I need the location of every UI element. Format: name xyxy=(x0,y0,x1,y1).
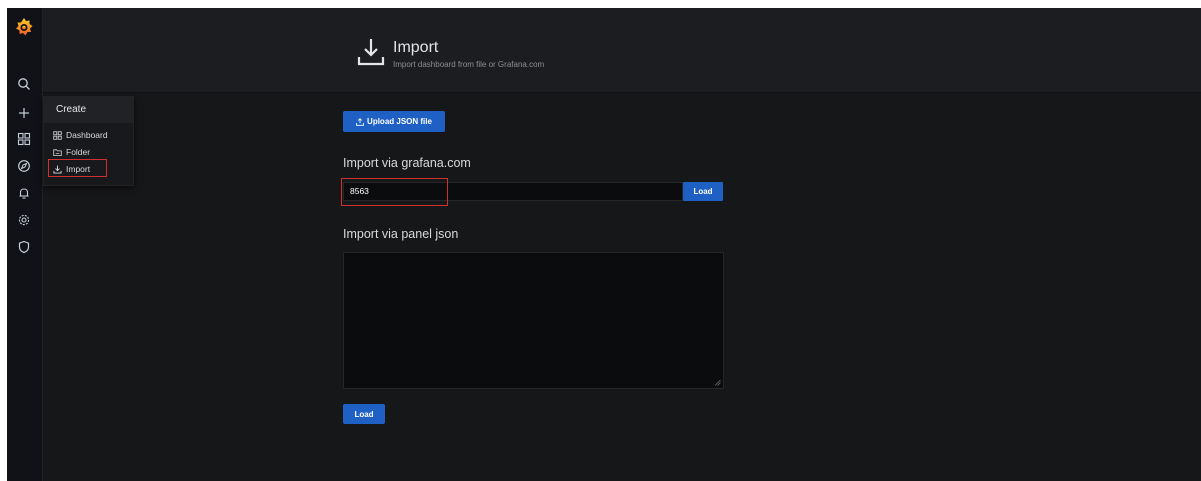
grafana-app: Import Import dashboard from file or Gra… xyxy=(7,8,1201,481)
page-title: Import xyxy=(393,39,439,56)
panel-json-textarea[interactable] xyxy=(343,252,724,389)
panel-json-heading: Import via panel json xyxy=(343,227,459,241)
search-icon[interactable] xyxy=(15,75,33,93)
shield-icon[interactable] xyxy=(15,238,33,256)
load-grafana-button[interactable]: Load xyxy=(683,182,723,201)
grafana-import-heading: Import via grafana.com xyxy=(343,156,471,170)
create-menu-title: Create xyxy=(44,97,133,123)
menu-item-label: Folder xyxy=(66,147,91,157)
grafana-logo-icon[interactable] xyxy=(14,17,34,37)
import-download-icon xyxy=(356,36,386,70)
explore-icon[interactable] xyxy=(15,157,33,175)
input-highlight-box xyxy=(341,178,448,206)
menu-item-dashboard[interactable]: Dashboard xyxy=(53,130,108,140)
dashboards-icon[interactable] xyxy=(15,130,33,148)
page-subtitle: Import dashboard from file or Grafana.co… xyxy=(393,60,545,69)
create-plus-icon[interactable] xyxy=(15,104,33,122)
upload-icon xyxy=(356,117,364,126)
dashboards-icon xyxy=(53,130,62,140)
upload-button-label: Upload JSON file xyxy=(367,117,432,126)
create-menu: Create Dashboard Folder Import xyxy=(43,96,134,186)
folder-icon xyxy=(53,148,62,156)
import-highlight-box xyxy=(48,159,107,177)
sidebar xyxy=(7,8,43,481)
settings-gear-icon[interactable] xyxy=(15,211,33,229)
page-header: Import Import dashboard from file or Gra… xyxy=(43,8,1201,93)
menu-item-label: Dashboard xyxy=(66,130,108,140)
menu-item-folder[interactable]: Folder xyxy=(53,147,90,157)
alerting-bell-icon[interactable] xyxy=(15,184,33,202)
upload-json-button[interactable]: Upload JSON file xyxy=(343,111,445,132)
resize-grip-icon[interactable] xyxy=(714,379,721,386)
load-json-button[interactable]: Load xyxy=(343,404,385,424)
